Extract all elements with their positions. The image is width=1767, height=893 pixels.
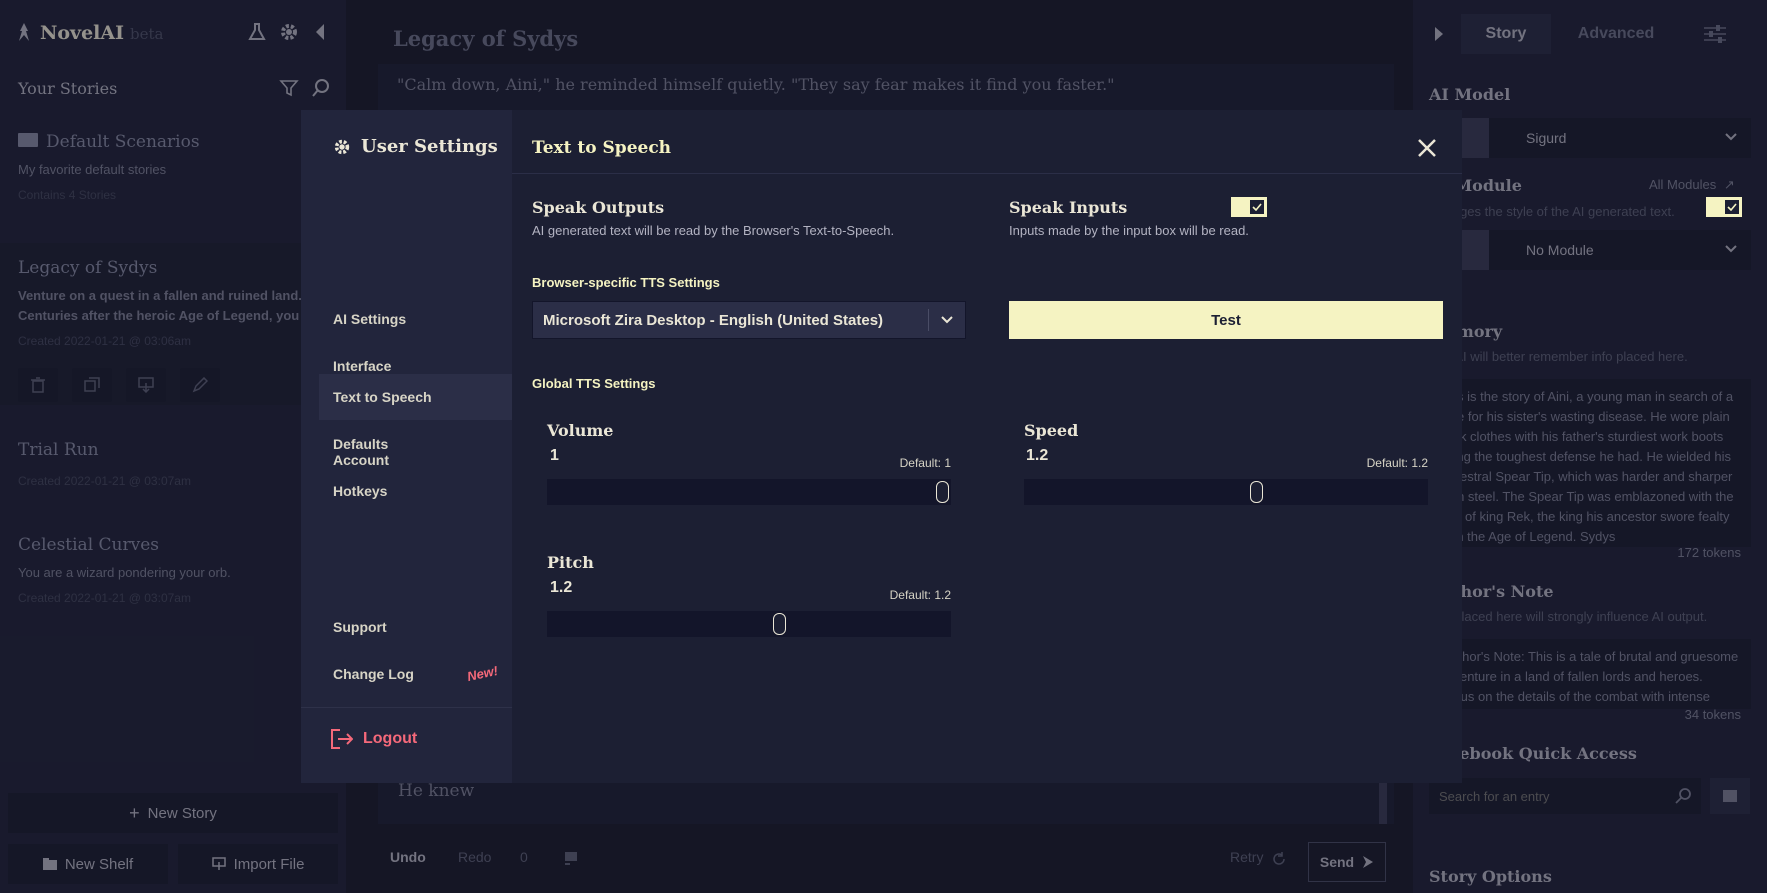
gear-icon xyxy=(334,139,350,154)
logout-button[interactable]: Logout xyxy=(331,729,417,749)
volume-default: Default: 1 xyxy=(899,456,951,470)
speed-value: 1.2 xyxy=(1026,447,1049,464)
speed-slider-handle[interactable] xyxy=(1250,481,1263,503)
pitch-default: Default: 1.2 xyxy=(889,588,951,602)
volume-title: Volume xyxy=(547,421,614,440)
speak-outputs-toggle[interactable] xyxy=(1231,197,1267,217)
nav-support[interactable]: Support xyxy=(319,604,512,650)
close-icon[interactable] xyxy=(1416,137,1438,159)
settings-header-text: User Settings xyxy=(361,136,498,157)
user-settings-modal: User Settings AI Settings Interface Them… xyxy=(301,110,1742,783)
speak-inputs-toggle[interactable] xyxy=(1706,197,1742,217)
pitch-title: Pitch xyxy=(547,553,594,572)
voice-select[interactable]: Microsoft Zira Desktop - English (United… xyxy=(532,301,966,339)
speed-default: Default: 1.2 xyxy=(1366,456,1428,470)
nav-divider xyxy=(301,707,512,708)
volume-slider-handle[interactable] xyxy=(936,481,949,503)
nav-defaults[interactable]: Defaults xyxy=(319,421,512,467)
check-icon xyxy=(1725,200,1739,214)
test-voice-button[interactable]: Test xyxy=(1009,301,1443,339)
nav-hotkeys[interactable]: Hotkeys xyxy=(319,468,512,514)
section-title: Text to Speech xyxy=(532,138,672,158)
chevron-down-icon xyxy=(929,316,965,324)
browser-tts-group-title: Browser-specific TTS Settings xyxy=(532,275,720,290)
speak-inputs-title: Speak Inputs xyxy=(1009,198,1128,217)
pitch-value: 1.2 xyxy=(550,579,573,596)
settings-content: Text to Speech Speak Outputs AI generate… xyxy=(512,110,1742,783)
logout-icon xyxy=(331,729,353,749)
nav-text-to-speech[interactable]: Text to Speech xyxy=(319,374,512,420)
global-tts-group-title: Global TTS Settings xyxy=(532,376,656,391)
settings-nav: User Settings AI Settings Interface Them… xyxy=(301,110,512,783)
volume-value: 1 xyxy=(550,447,559,464)
logout-label: Logout xyxy=(363,730,418,747)
speak-inputs-description: Inputs made by the input box will be rea… xyxy=(1009,223,1249,238)
check-icon xyxy=(1250,200,1264,214)
speed-slider[interactable] xyxy=(1024,479,1428,505)
speak-outputs-description: AI generated text will be read by the Br… xyxy=(532,223,895,238)
speak-outputs-title: Speak Outputs xyxy=(532,198,665,217)
pitch-slider[interactable] xyxy=(547,611,951,637)
settings-header: User Settings xyxy=(333,136,498,157)
pitch-slider-handle[interactable] xyxy=(773,613,786,635)
nav-ai-settings[interactable]: AI Settings xyxy=(319,296,512,342)
voice-value: Microsoft Zira Desktop - English (United… xyxy=(543,311,884,329)
speed-title: Speed xyxy=(1024,421,1079,440)
volume-slider[interactable] xyxy=(547,479,951,505)
